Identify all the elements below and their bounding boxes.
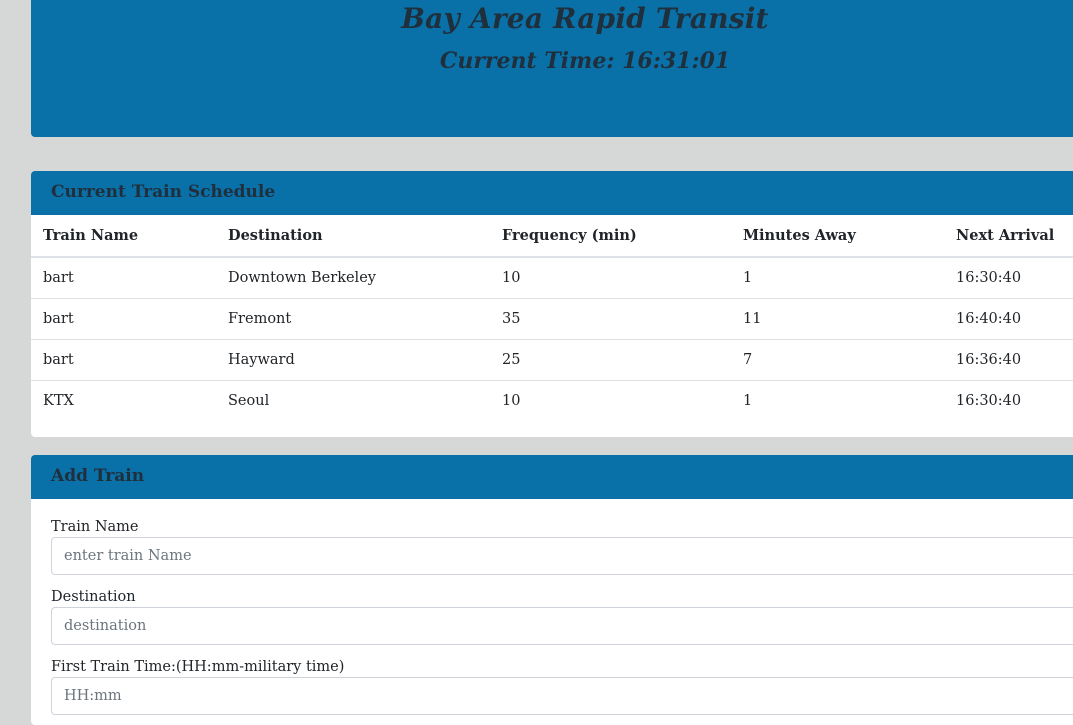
cell-frequency: 25 (490, 339, 731, 381)
current-time: Current Time: 16:31:01 (439, 48, 731, 74)
cell-train-name: bart (31, 339, 216, 381)
add-train-card: Add Train Train Name Destination First T… (31, 455, 1073, 725)
train-schedule-card: Current Train Schedule Train Name Destin… (31, 171, 1073, 437)
column-header-frequency: Frequency (min) (490, 215, 731, 258)
train-name-group: Train Name (51, 519, 1073, 575)
cell-train-name: KTX (31, 380, 216, 421)
table-row: bart Downtown Berkeley 10 1 16:30:40 (31, 256, 1073, 299)
column-header-destination: Destination (216, 215, 490, 258)
destination-input[interactable] (51, 607, 1073, 645)
cell-next-arrival: 16:30:40 (944, 380, 1073, 421)
destination-group: Destination (51, 589, 1073, 645)
column-header-train-name: Train Name (31, 215, 216, 258)
add-train-header: Add Train (31, 455, 1073, 499)
train-schedule-title: Current Train Schedule (51, 182, 276, 202)
first-train-time-input[interactable] (51, 677, 1073, 715)
cell-minutes-away: 7 (731, 339, 944, 381)
cell-destination: Fremont (216, 298, 490, 340)
cell-frequency: 10 (490, 380, 731, 421)
cell-next-arrival: 16:30:40 (944, 256, 1073, 299)
train-schedule-header: Current Train Schedule (31, 171, 1073, 215)
cell-next-arrival: 16:40:40 (944, 298, 1073, 340)
train-name-label: Train Name (51, 519, 139, 535)
header-banner: Bay Area Rapid Transit Current Time: 16:… (31, 0, 1073, 137)
cell-train-name: bart (31, 256, 216, 299)
table-row: bart Fremont 35 11 16:40:40 (31, 298, 1073, 340)
add-train-title: Add Train (51, 466, 145, 486)
cell-destination: Seoul (216, 380, 490, 421)
cell-minutes-away: 1 (731, 380, 944, 421)
train-name-input[interactable] (51, 537, 1073, 575)
table-row: KTX Seoul 10 1 16:30:40 (31, 380, 1073, 421)
cell-frequency: 10 (490, 256, 731, 299)
column-header-minutes-away: Minutes Away (731, 215, 944, 258)
cell-minutes-away: 1 (731, 256, 944, 299)
train-schedule-table: Train Name Destination Frequency (min) M… (31, 215, 1073, 421)
cell-destination: Hayward (216, 339, 490, 381)
cell-train-name: bart (31, 298, 216, 340)
table-header-row: Train Name Destination Frequency (min) M… (31, 215, 1073, 258)
table-row: bart Hayward 25 7 16:36:40 (31, 339, 1073, 381)
first-train-time-label: First Train Time:(HH:mm-military time) (51, 659, 345, 675)
cell-minutes-away: 11 (731, 298, 944, 340)
cell-frequency: 35 (490, 298, 731, 340)
page-title: Bay Area Rapid Transit (401, 2, 769, 35)
first-train-time-group: First Train Time:(HH:mm-military time) (51, 659, 1073, 715)
cell-destination: Downtown Berkeley (216, 256, 490, 299)
column-header-next-arrival: Next Arrival (944, 215, 1073, 258)
destination-label: Destination (51, 589, 136, 605)
cell-next-arrival: 16:36:40 (944, 339, 1073, 381)
